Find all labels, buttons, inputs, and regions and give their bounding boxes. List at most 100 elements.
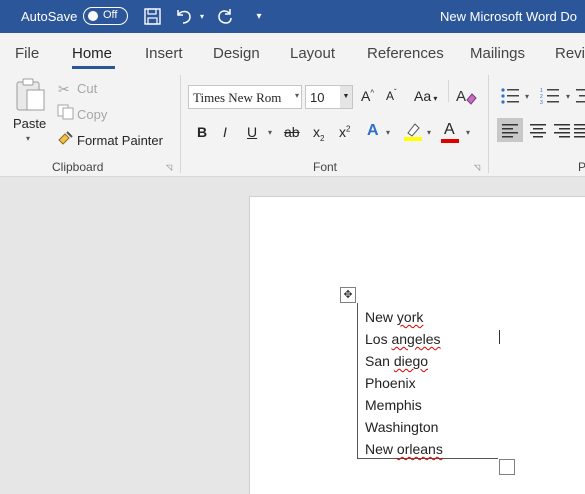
italic-button[interactable]: I	[223, 124, 227, 140]
tab-insert[interactable]: Insert	[145, 45, 183, 62]
city-word: New	[365, 441, 397, 457]
shrink-font-icon: A	[386, 89, 395, 103]
underline-button[interactable]: U	[247, 124, 257, 140]
font-group-label: Font	[313, 160, 338, 174]
autosave-label: AutoSave	[21, 9, 78, 24]
undo-dropdown-icon[interactable]: ▾	[197, 6, 207, 26]
toggle-knob	[88, 11, 98, 21]
highlight-dropdown-icon[interactable]: ▾	[427, 128, 431, 137]
city-word: San	[365, 353, 394, 369]
city-word: Phoenix	[365, 375, 416, 391]
clear-formatting-icon[interactable]: A	[455, 86, 477, 111]
superscript-icon: x	[339, 124, 346, 140]
font-separator	[448, 80, 449, 102]
change-case-button[interactable]: Aa ▾	[414, 88, 437, 104]
tab-mailings[interactable]: Mailings	[470, 45, 525, 62]
font-size-box[interactable]: 10 ▼	[305, 85, 353, 109]
numbering-icon[interactable]: 123	[540, 87, 560, 110]
font-name-value: Times New Rom	[193, 90, 282, 105]
table-cell-line[interactable]: San diego	[365, 353, 428, 369]
multilevel-list-icon[interactable]	[576, 87, 585, 110]
bullets-icon[interactable]	[500, 87, 520, 110]
grow-font-button[interactable]: A^	[361, 88, 374, 104]
text-cursor	[499, 330, 500, 344]
city-word: New	[365, 309, 397, 325]
table-border-left	[357, 303, 358, 458]
customize-quick-access-icon[interactable]: ▾	[254, 6, 264, 26]
copy-button[interactable]: Copy	[77, 107, 107, 122]
shrink-font-button[interactable]: Aˇ	[386, 88, 397, 103]
clipboard-group-label: Clipboard	[52, 160, 104, 174]
autosave-state: Off	[103, 9, 118, 21]
table-cell-line[interactable]: New york	[365, 309, 423, 325]
font-name-dropdown-icon[interactable]: ▾	[295, 91, 299, 100]
clipboard-launcher-icon[interactable]: ◹	[166, 163, 172, 172]
group-separator	[488, 75, 489, 173]
tab-home[interactable]: Home	[72, 45, 112, 62]
tab-layout[interactable]: Layout	[290, 45, 335, 62]
cut-button[interactable]: Cut	[77, 81, 97, 96]
bold-button[interactable]: B	[197, 124, 207, 140]
format-painter-button[interactable]: Format Painter	[77, 133, 163, 148]
strikethrough-button[interactable]: ab	[284, 124, 300, 140]
font-color-dropdown-icon[interactable]: ▾	[466, 128, 470, 137]
bullets-dropdown-icon[interactable]: ▾	[525, 92, 529, 101]
table-resize-handle-icon[interactable]	[499, 459, 515, 475]
autosave-toggle[interactable]: Off	[83, 7, 128, 25]
tab-file[interactable]: File	[15, 45, 39, 62]
font-name-box[interactable]: Times New Rom ▾	[188, 85, 302, 109]
text-effects-dropdown-icon[interactable]: ▾	[386, 128, 390, 137]
city-word: Washington	[365, 419, 439, 435]
misspelled-word: diego	[393, 353, 429, 369]
tab-design[interactable]: Design	[213, 45, 260, 62]
table-border-bottom	[357, 458, 498, 459]
document-title: New Microsoft Word Do	[440, 9, 578, 24]
copy-icon	[57, 104, 74, 125]
paste-dropdown-icon[interactable]: ▾	[26, 134, 30, 143]
align-center-icon[interactable]	[527, 118, 549, 147]
misspelled-word: york	[396, 309, 424, 325]
tab-references[interactable]: References	[367, 45, 444, 62]
align-right-icon[interactable]	[551, 118, 573, 147]
highlight-icon[interactable]	[402, 121, 424, 148]
align-left-button[interactable]	[497, 118, 523, 142]
underline-dropdown-icon[interactable]: ▾	[268, 128, 272, 137]
superscript-button[interactable]: x2	[339, 124, 350, 140]
change-case-icon: Aa	[414, 88, 432, 104]
font-color-button[interactable]: A	[444, 121, 455, 139]
table-move-handle-icon[interactable]: ✥	[340, 287, 356, 303]
grow-font-icon: A	[361, 88, 371, 104]
subscript-button[interactable]: x2	[313, 124, 324, 143]
misspelled-word: orleans	[396, 441, 443, 457]
svg-text:3: 3	[540, 100, 543, 105]
undo-icon[interactable]	[173, 6, 195, 26]
font-size-dropdown-icon[interactable]: ▼	[340, 86, 352, 108]
format-painter-icon	[57, 130, 75, 151]
city-word: Los	[365, 331, 392, 347]
font-size-value: 10	[310, 90, 325, 105]
redo-icon[interactable]	[214, 6, 236, 26]
scissors-icon: ✂	[58, 81, 70, 97]
table-cell-line[interactable]: Phoenix	[365, 375, 416, 391]
group-separator	[180, 75, 181, 173]
font-launcher-icon[interactable]: ◹	[474, 163, 480, 172]
svg-text:A: A	[456, 88, 466, 105]
paste-icon[interactable]	[14, 78, 46, 117]
table-cell-line[interactable]: Los angeles	[365, 331, 441, 347]
save-icon[interactable]	[143, 6, 161, 26]
numbering-dropdown-icon[interactable]: ▾	[566, 92, 570, 101]
paragraph-group-label: P	[578, 160, 585, 174]
city-word: Memphis	[365, 397, 422, 413]
title-bar: AutoSave Off ▾ ▾ New Microsoft Word Do	[0, 0, 585, 33]
table-cell-line[interactable]: Washington	[365, 419, 438, 435]
table-cell-line[interactable]: Memphis	[365, 397, 422, 413]
active-tab-indicator	[72, 66, 115, 69]
text-effects-button[interactable]: A	[367, 122, 379, 140]
justify-icon[interactable]	[574, 118, 585, 147]
table-cell-line[interactable]: New orleans	[365, 441, 443, 457]
misspelled-word: angeles	[391, 331, 441, 347]
font-color-swatch	[441, 139, 459, 143]
subscript-icon: x	[313, 124, 320, 140]
paste-button[interactable]: Paste	[13, 116, 46, 131]
tab-review[interactable]: Revi	[555, 45, 585, 62]
